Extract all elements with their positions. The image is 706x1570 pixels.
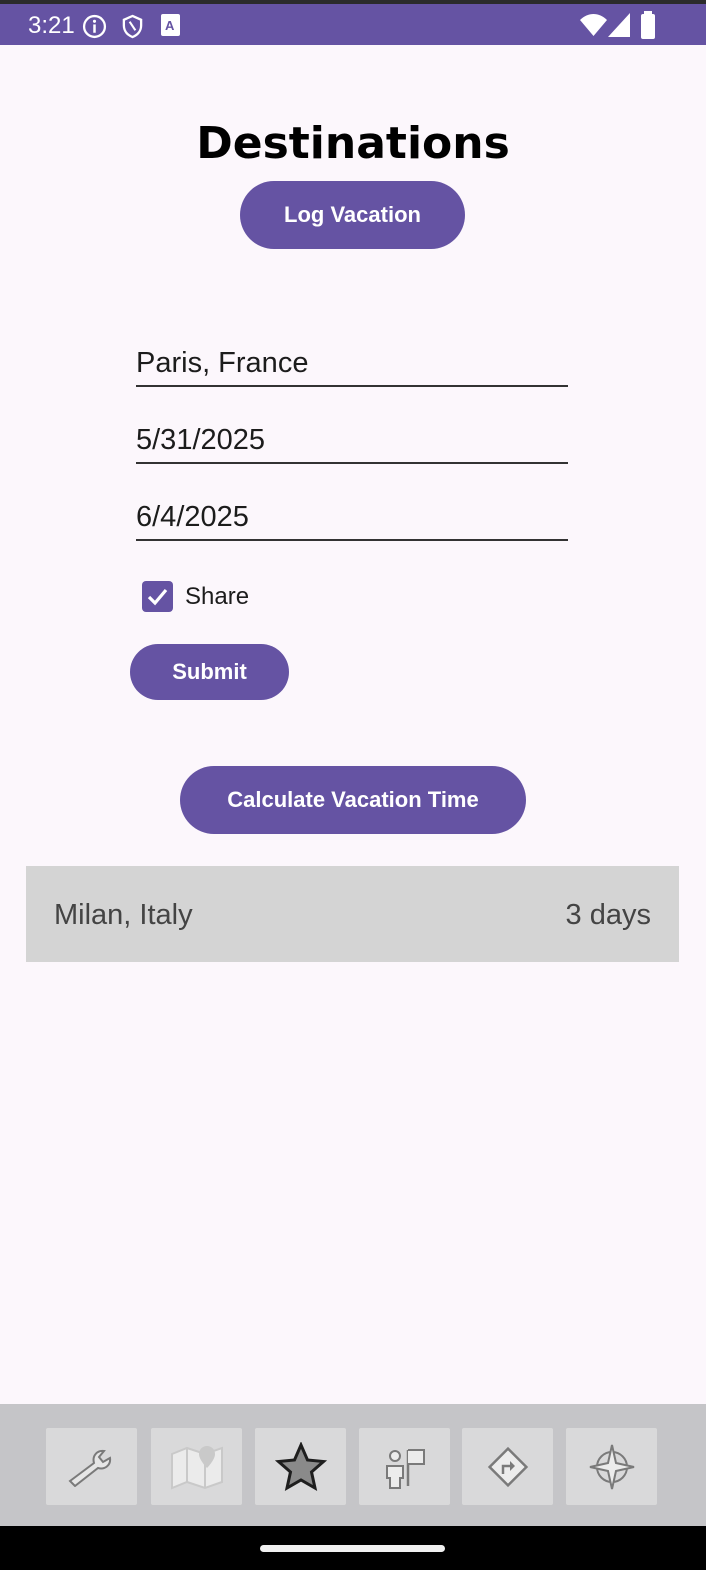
vacation-duration: 3 days <box>565 899 651 931</box>
start-date-input[interactable] <box>136 418 568 464</box>
destination-input[interactable] <box>136 341 568 387</box>
battery-icon <box>640 11 656 44</box>
directions-tab-button[interactable] <box>462 1428 553 1505</box>
log-vacation-button[interactable]: Log Vacation <box>240 181 465 249</box>
status-time: 3:21 <box>28 12 75 39</box>
signal-icon <box>608 13 630 42</box>
vacation-destination: Milan, Italy <box>54 899 193 931</box>
compass-tab-button[interactable] <box>566 1428 657 1505</box>
destination-field[interactable] <box>136 341 568 387</box>
page-title: Destinations <box>196 118 510 169</box>
info-icon <box>82 14 107 44</box>
calculate-vacation-time-button[interactable]: Calculate Vacation Time <box>180 766 526 834</box>
svg-text:A: A <box>165 18 175 33</box>
shield-icon <box>121 14 144 44</box>
home-handle[interactable] <box>260 1545 445 1552</box>
star-icon <box>274 1441 327 1491</box>
share-label: Share <box>185 583 250 610</box>
tools-tab-button[interactable] <box>46 1428 137 1505</box>
list-item[interactable]: Milan, Italy 3 days <box>26 866 679 962</box>
wifi-icon <box>580 13 607 42</box>
guide-tab-button[interactable] <box>359 1428 450 1505</box>
end-date-input[interactable] <box>136 495 568 541</box>
status-bar: 3:21 A <box>0 0 706 45</box>
bottom-toolbar <box>0 1404 706 1526</box>
submit-button[interactable]: Submit <box>130 644 289 700</box>
wrench-icon <box>67 1449 111 1487</box>
start-date-field[interactable] <box>136 418 568 464</box>
directions-sign-icon <box>487 1446 528 1487</box>
compass-icon <box>589 1444 634 1489</box>
person-flag-icon <box>385 1448 425 1489</box>
favorites-tab-button[interactable] <box>255 1428 346 1505</box>
map-tab-button[interactable] <box>151 1428 242 1505</box>
end-date-field[interactable] <box>136 495 568 541</box>
text-a-icon: A <box>161 14 180 41</box>
share-checkbox[interactable] <box>142 581 173 612</box>
map-pin-icon <box>170 1445 223 1489</box>
system-nav-bar <box>0 1526 706 1570</box>
checkmark-icon <box>147 588 168 606</box>
